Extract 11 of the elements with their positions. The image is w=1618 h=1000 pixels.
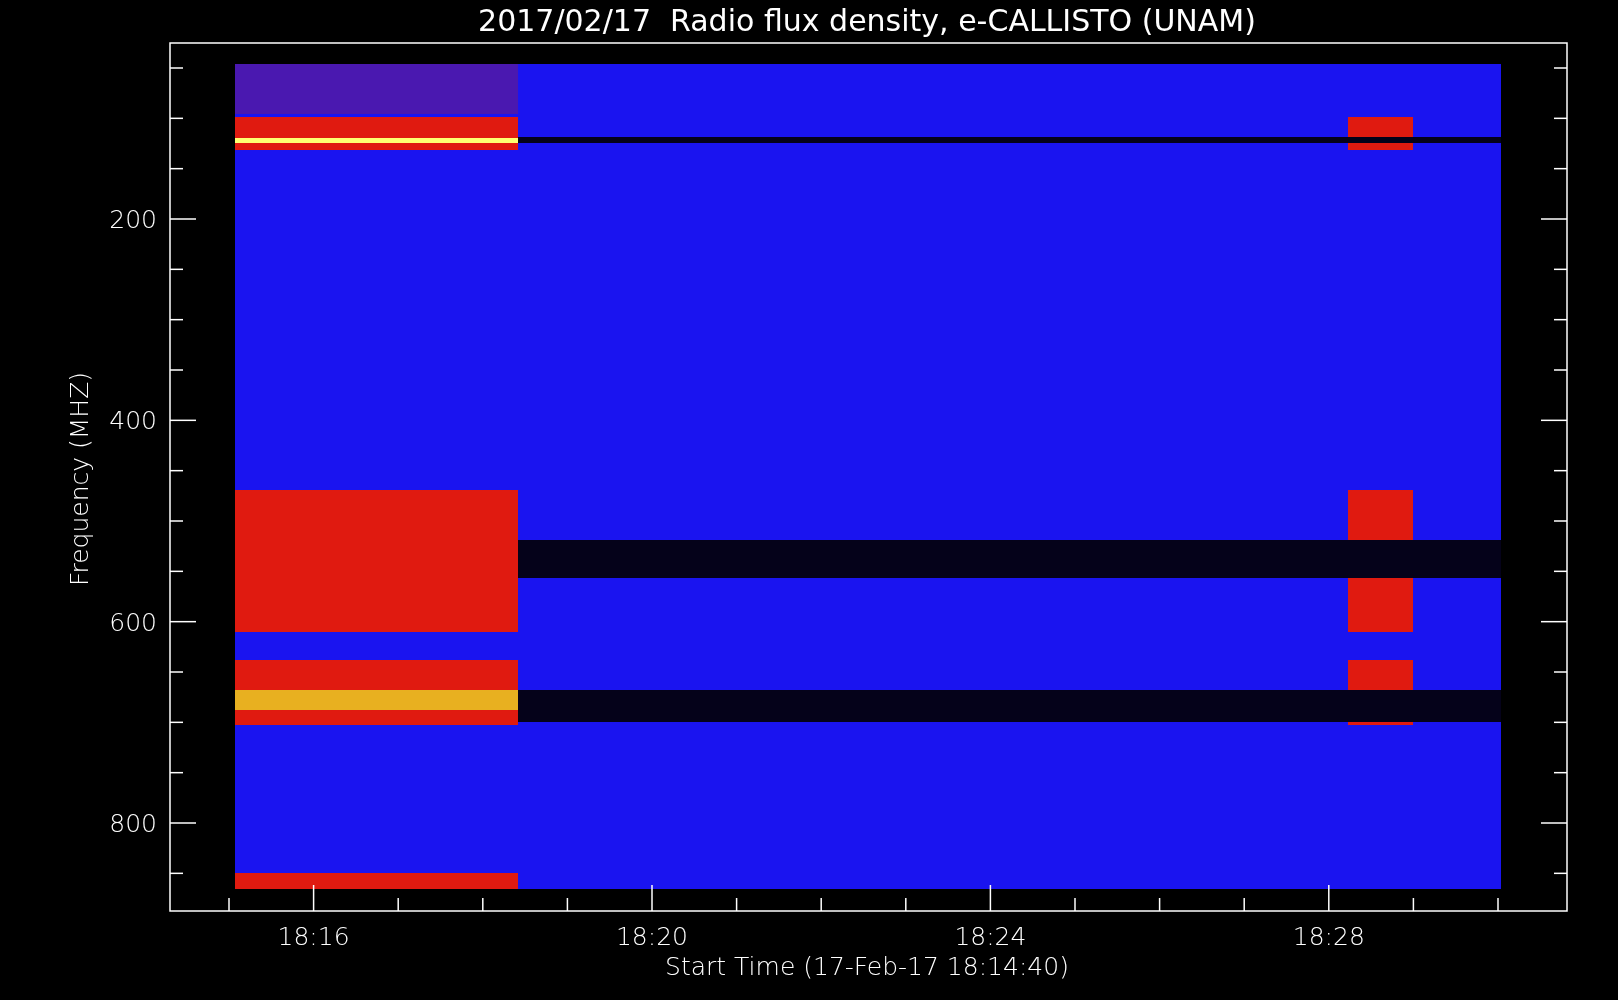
axis-label: Start Time (17-Feb-17 18:14:40) [665,952,1069,981]
tick-label: 800 [109,809,157,838]
tick-label: 200 [109,205,157,234]
chart-title: 2017/02/17 Radio flux density, e-CALLISTO (UNAM) [478,3,1256,38]
tick-label: 18:28 [1292,922,1365,951]
axis-label: Frequency (MHZ) [65,371,94,587]
tick-label: 18:24 [954,922,1027,951]
tick-label: 400 [109,406,157,436]
tick-label: 18:20 [616,922,688,951]
tick-label: 18:16 [277,922,350,951]
tick-label: 600 [109,607,157,637]
